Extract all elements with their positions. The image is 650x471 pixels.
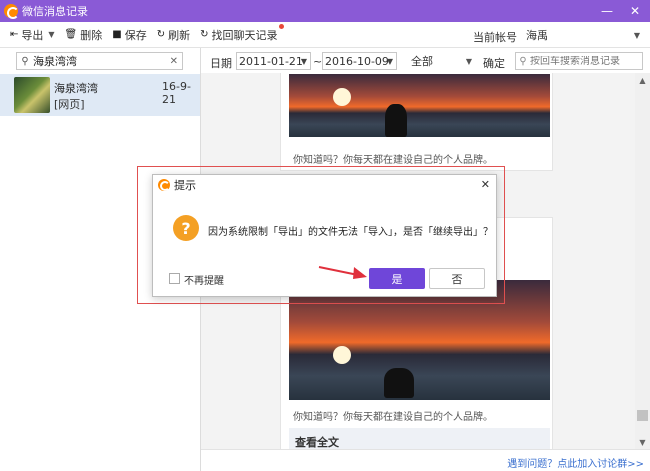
scrollbar[interactable]: ▲ ▼ xyxy=(635,73,650,449)
window-title: 微信消息记录 xyxy=(22,5,88,18)
trash-icon: 🗑 xyxy=(64,29,78,40)
contact-search: ⚲ ✕ xyxy=(16,52,183,70)
export-icon: ⇤ xyxy=(10,29,19,40)
account-value: 海禹 xyxy=(526,29,548,42)
chevron-down-icon: ▼ xyxy=(386,56,393,66)
article-caption: 你知道吗？你每天都在建设自己的个人品牌。 xyxy=(293,155,493,166)
date-label: 日期 xyxy=(210,57,232,70)
recover-chat-button[interactable]: ↻ 找回聊天记录 xyxy=(200,23,285,43)
article-image xyxy=(289,74,550,137)
recover-label: 找回聊天记录 xyxy=(211,28,278,42)
dialog-title: 提示 xyxy=(174,179,196,192)
delete-button[interactable]: 🗑 删除 xyxy=(65,27,103,43)
feedback-link[interactable]: 遇到问题？点此加入讨论群>> xyxy=(507,455,644,470)
account-select[interactable]: 海禹 ▼ xyxy=(520,26,642,44)
article-caption: 你知道吗？你每天都在建设自己的个人品牌。 xyxy=(293,412,493,423)
chevron-down-icon[interactable]: ▼ xyxy=(48,30,54,39)
date-from-value: 2011-01-21 xyxy=(239,54,303,68)
message-type-select[interactable]: 全部 ▼ xyxy=(406,52,474,70)
search-icon: ⚲ xyxy=(21,55,29,67)
minimize-button[interactable]: — xyxy=(596,0,618,22)
refresh-button[interactable]: ↻ 刷新 xyxy=(157,27,190,43)
scroll-up-icon[interactable]: ▲ xyxy=(635,73,650,87)
date-to-picker[interactable]: 2016-10-09 ▼ xyxy=(322,52,397,70)
message-card[interactable]: 你知道吗？你每天都在建设自己的个人品牌。 xyxy=(280,73,553,171)
contact-date: 16-9-21 xyxy=(162,80,191,106)
chevron-down-icon: ▼ xyxy=(465,56,472,66)
scroll-thumb[interactable] xyxy=(637,410,648,421)
sun-shape xyxy=(333,346,351,364)
dont-remind-label[interactable]: 不再提醒 xyxy=(184,272,224,287)
swimmer-silhouette xyxy=(385,104,407,137)
date-separator: ~ xyxy=(313,55,323,68)
save-icon: ■ xyxy=(112,29,122,40)
app-logo-icon xyxy=(4,4,19,19)
filter-bar: 日期 2011-01-21 ▼ ~ 2016-10-09 ▼ 全部 ▼ 确定 ⚲ xyxy=(201,48,650,73)
confirm-filter-button[interactable]: 确定 xyxy=(483,55,505,71)
contact-preview: [网页] xyxy=(54,98,85,111)
dialog-close-button[interactable]: ✕ xyxy=(481,178,490,191)
message-search-input[interactable] xyxy=(530,55,638,67)
scroll-down-icon[interactable]: ▼ xyxy=(635,435,650,449)
contact-name: 海泉湾湾 xyxy=(54,82,98,95)
type-value: 全部 xyxy=(411,55,433,68)
message-search: ⚲ xyxy=(515,52,643,70)
title-bar: 微信消息记录 — ✕ xyxy=(0,0,650,22)
export-button[interactable]: ⇤ 导出 ▼ xyxy=(10,27,55,43)
chevron-down-icon: ▼ xyxy=(300,56,307,66)
date-from-picker[interactable]: 2011-01-21 ▼ xyxy=(236,52,311,70)
delete-label: 删除 xyxy=(80,28,103,42)
sun-shape xyxy=(333,88,351,106)
yes-button[interactable]: 是 xyxy=(369,268,425,289)
app-logo-icon xyxy=(158,179,170,191)
status-bar: 遇到问题？点此加入讨论群>> xyxy=(201,449,650,471)
search-icon: ⚲ xyxy=(519,55,527,67)
no-button[interactable]: 否 xyxy=(429,268,485,289)
recover-icon: ↻ xyxy=(200,29,209,40)
chevron-down-icon: ▼ xyxy=(633,30,640,40)
dialog-header: 提示 ✕ xyxy=(153,175,496,195)
read-more-link[interactable]: 查看全文 xyxy=(289,428,550,449)
clear-search-icon[interactable]: ✕ xyxy=(170,56,178,67)
save-label: 保存 xyxy=(124,28,147,42)
question-warning-icon: ? xyxy=(173,215,199,241)
dont-remind-checkbox[interactable] xyxy=(169,273,180,284)
toolbar: ⇤ 导出 ▼ 🗑 删除 ■ 保存 ↻ 刷新 ↻ 找回聊天记录 当前帐号 海禹 ▼ xyxy=(0,22,650,48)
read-more-label: 查看全文 xyxy=(295,436,339,449)
export-label: 导出 xyxy=(21,28,44,42)
contact-search-input[interactable] xyxy=(33,54,163,68)
dialog-message: 因为系统限制「导出」的文件无法「导入」，是否「继续导出」？ xyxy=(208,227,493,238)
avatar xyxy=(14,77,50,113)
annotation-arrow-icon xyxy=(318,266,367,279)
swimmer-silhouette xyxy=(384,368,414,398)
save-button[interactable]: ■ 保存 xyxy=(112,27,146,43)
notification-dot xyxy=(279,23,285,29)
date-to-value: 2016-10-09 xyxy=(325,54,389,68)
close-window-button[interactable]: ✕ xyxy=(624,0,646,22)
refresh-icon: ↻ xyxy=(156,29,166,40)
account-label: 当前帐号 xyxy=(473,31,517,44)
contact-item[interactable]: 海泉湾湾 16-9-21 [网页] xyxy=(0,74,200,116)
refresh-label: 刷新 xyxy=(168,28,191,42)
